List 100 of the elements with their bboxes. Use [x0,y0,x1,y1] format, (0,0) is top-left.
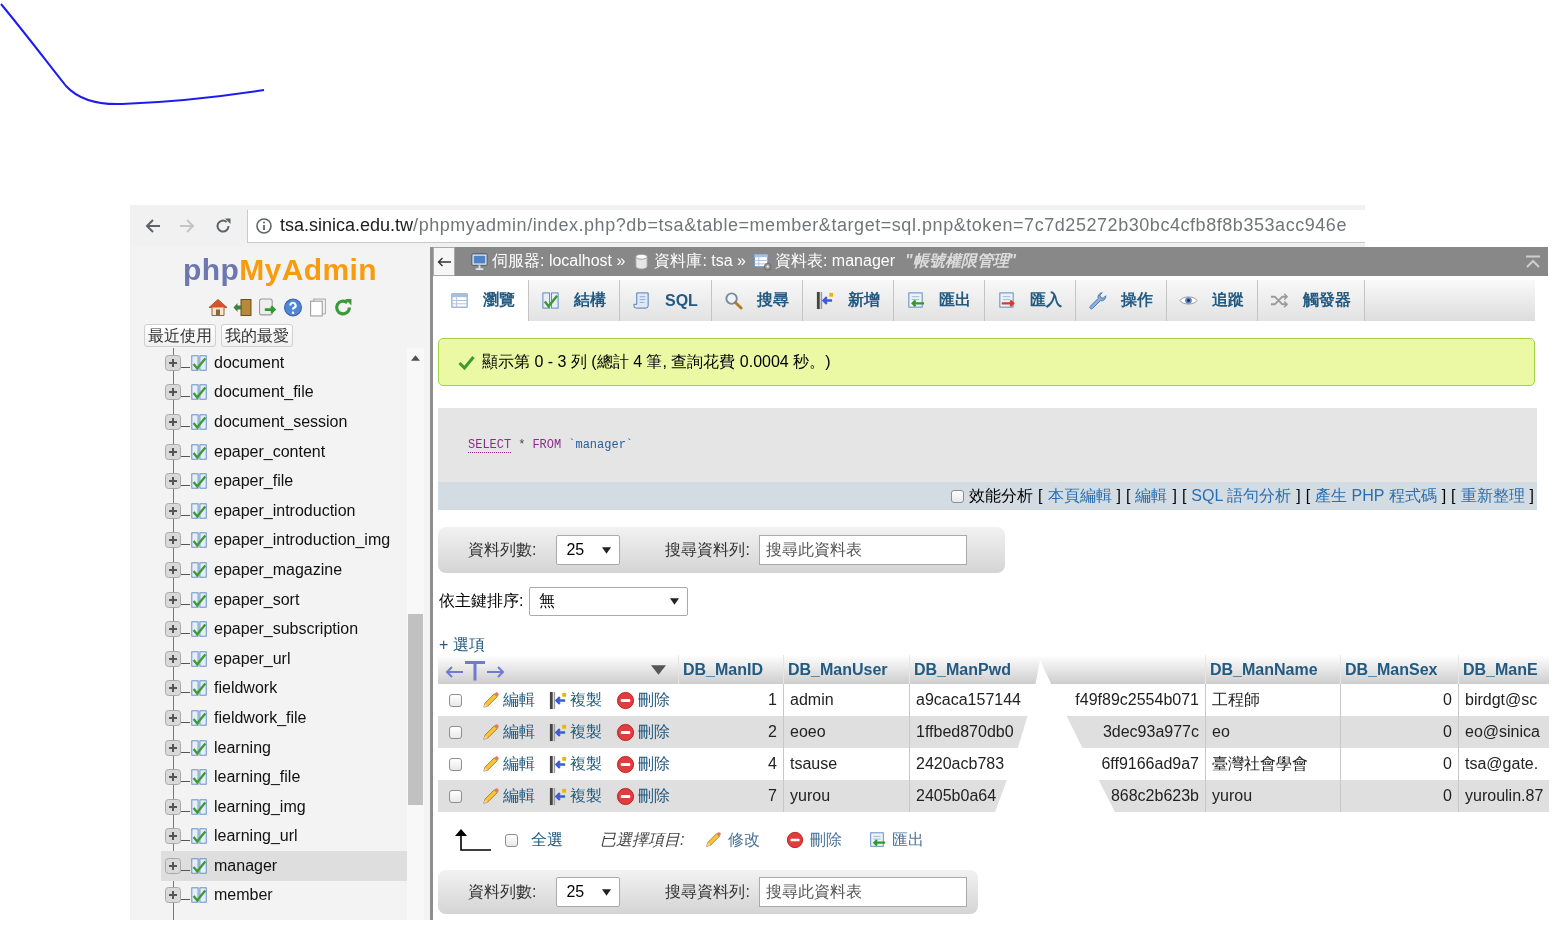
plus-box-icon[interactable] [165,709,190,726]
select-all-checkbox[interactable] [505,833,518,847]
tab[interactable]: 觸發器 [1257,280,1365,321]
plus-box-icon[interactable] [165,857,190,874]
options-link[interactable]: + 選項 [439,635,485,655]
plus-box-icon[interactable] [165,887,190,904]
exit-door-icon[interactable] [232,297,253,317]
tree-item[interactable]: manager [161,851,407,881]
window-arrow-icon[interactable] [257,297,278,317]
tab[interactable]: 匯入 [984,280,1076,321]
tree-item[interactable]: document [161,348,407,378]
column-arrows-icon[interactable] [445,658,505,681]
tree-item[interactable]: fieldwork_file [161,703,407,733]
documents-icon[interactable] [307,297,328,317]
plus-box-icon[interactable] [165,769,190,786]
logo[interactable]: phpMyAdmin [183,252,377,288]
plus-box-icon[interactable] [165,354,190,371]
query-link[interactable]: 編輯 [1135,485,1168,507]
select-all-link[interactable]: 全選 [531,829,563,851]
column-header[interactable]: DB_ManUser [788,660,888,679]
row-checkbox[interactable] [448,757,462,771]
delete-link[interactable]: 刪除 [616,689,670,711]
plus-box-icon[interactable] [165,591,190,608]
tree-item[interactable]: epaper_introduction_img [161,525,407,556]
search-field[interactable]: 搜尋此資料表 [758,877,967,907]
tab[interactable]: 搜尋 [711,280,803,321]
tab[interactable]: 追蹤 [1166,280,1258,321]
tab[interactable]: 結構 [529,280,620,321]
back-icon[interactable] [145,218,161,234]
plus-box-icon[interactable] [165,798,190,815]
sort-select[interactable]: 無 [529,587,689,616]
scrollbar-thumb[interactable] [408,614,423,805]
delete-link[interactable]: 刪除 [616,721,670,743]
profiling-label[interactable]: 效能分析 [969,485,1034,507]
sql-keyword-link[interactable]: SELECT [468,438,512,453]
rows-per-page-select[interactable]: 25 [556,535,621,565]
plus-box-icon[interactable] [165,680,190,697]
address-bar[interactable]: tsa.sinica.edu.tw/phpmyadmin/index.php?db=tsa&table=member&target=sql.pnp&token=7c7d25272b30bc4cfb8f8b353acc946e [247,209,1365,243]
column-header[interactable]: DB_ManSex [1345,660,1438,679]
plus-box-icon[interactable] [165,561,190,578]
breadcrumb-link[interactable]: 伺服器: localhost » [470,251,626,272]
copy-link[interactable]: 複製 [548,785,602,807]
plus-box-icon[interactable] [165,502,190,519]
tab[interactable]: 操作 [1075,280,1167,321]
edit-button[interactable]: 修改 [704,829,761,851]
export-button[interactable]: 匯出 [868,829,925,851]
tree-item[interactable]: fieldwork [161,673,407,704]
tree-item[interactable]: document_file [161,377,407,408]
copy-link[interactable]: 複製 [548,721,602,743]
column-header[interactable]: DB_ManID [683,660,763,679]
column-header[interactable]: DB_ManName [1210,660,1318,679]
tab[interactable]: 匯出 [893,280,985,321]
breadcrumb-link[interactable]: 資料庫: tsa » [632,251,746,272]
plus-box-icon[interactable] [165,532,190,549]
reload-icon[interactable] [332,297,353,317]
row-checkbox[interactable] [448,693,462,707]
tree-item[interactable]: learning_img [161,791,407,822]
scroll-up-icon[interactable] [411,355,420,361]
plus-box-icon[interactable] [165,621,190,638]
edit-link[interactable]: 編輯 [481,785,535,807]
tree-item[interactable]: learning_file [161,762,407,792]
tree-item[interactable]: epaper_subscription [161,614,407,644]
row-checkbox[interactable] [448,789,462,803]
home-icon[interactable] [207,297,228,317]
tab[interactable]: 新增 [802,280,894,321]
query-link[interactable]: SQL 語句分析 [1191,485,1292,507]
tree-item[interactable]: member [161,880,407,911]
delete-link[interactable]: 刪除 [616,785,670,807]
tree-item[interactable]: document_session [161,407,407,437]
info-icon[interactable] [256,217,272,234]
copy-link[interactable]: 複製 [548,753,602,775]
query-link[interactable]: 重新整理 [1460,485,1525,507]
plus-box-icon[interactable] [165,473,190,490]
help-icon[interactable] [282,297,303,317]
edit-link[interactable]: 編輯 [481,753,535,775]
rows-per-page-select[interactable]: 25 [556,877,621,907]
row-checkbox[interactable] [448,725,462,739]
search-field[interactable]: 搜尋此資料表 [758,535,967,565]
plus-box-icon[interactable] [165,414,190,430]
checkbox[interactable] [951,489,965,503]
tree-item[interactable]: learning_url [161,821,407,852]
plus-box-icon[interactable] [165,650,190,667]
tree-item[interactable]: epaper_url [161,643,407,674]
plus-box-icon[interactable] [165,443,190,460]
back-arrow-button[interactable] [433,247,455,276]
tree-item[interactable]: epaper_introduction [161,495,407,526]
delete-link[interactable]: 刪除 [616,753,670,775]
breadcrumb-link[interactable]: 資料表: manager [752,251,895,272]
edit-link[interactable]: 編輯 [481,721,535,743]
reload-icon[interactable] [215,218,231,234]
tab[interactable]: SQL [620,280,712,321]
tree-item[interactable]: epaper_file [161,466,407,496]
tree-item[interactable]: epaper_content [161,436,407,467]
plus-box-icon[interactable] [165,384,190,401]
copy-link[interactable]: 複製 [548,689,602,711]
query-link[interactable]: 產生 PHP 程式碼 [1315,485,1437,507]
plus-box-icon[interactable] [165,828,190,845]
sidebar-tab[interactable]: 最近使用 [144,324,216,347]
column-header[interactable]: DB_ManPwd [914,660,1011,679]
edit-link[interactable]: 編輯 [481,689,535,711]
